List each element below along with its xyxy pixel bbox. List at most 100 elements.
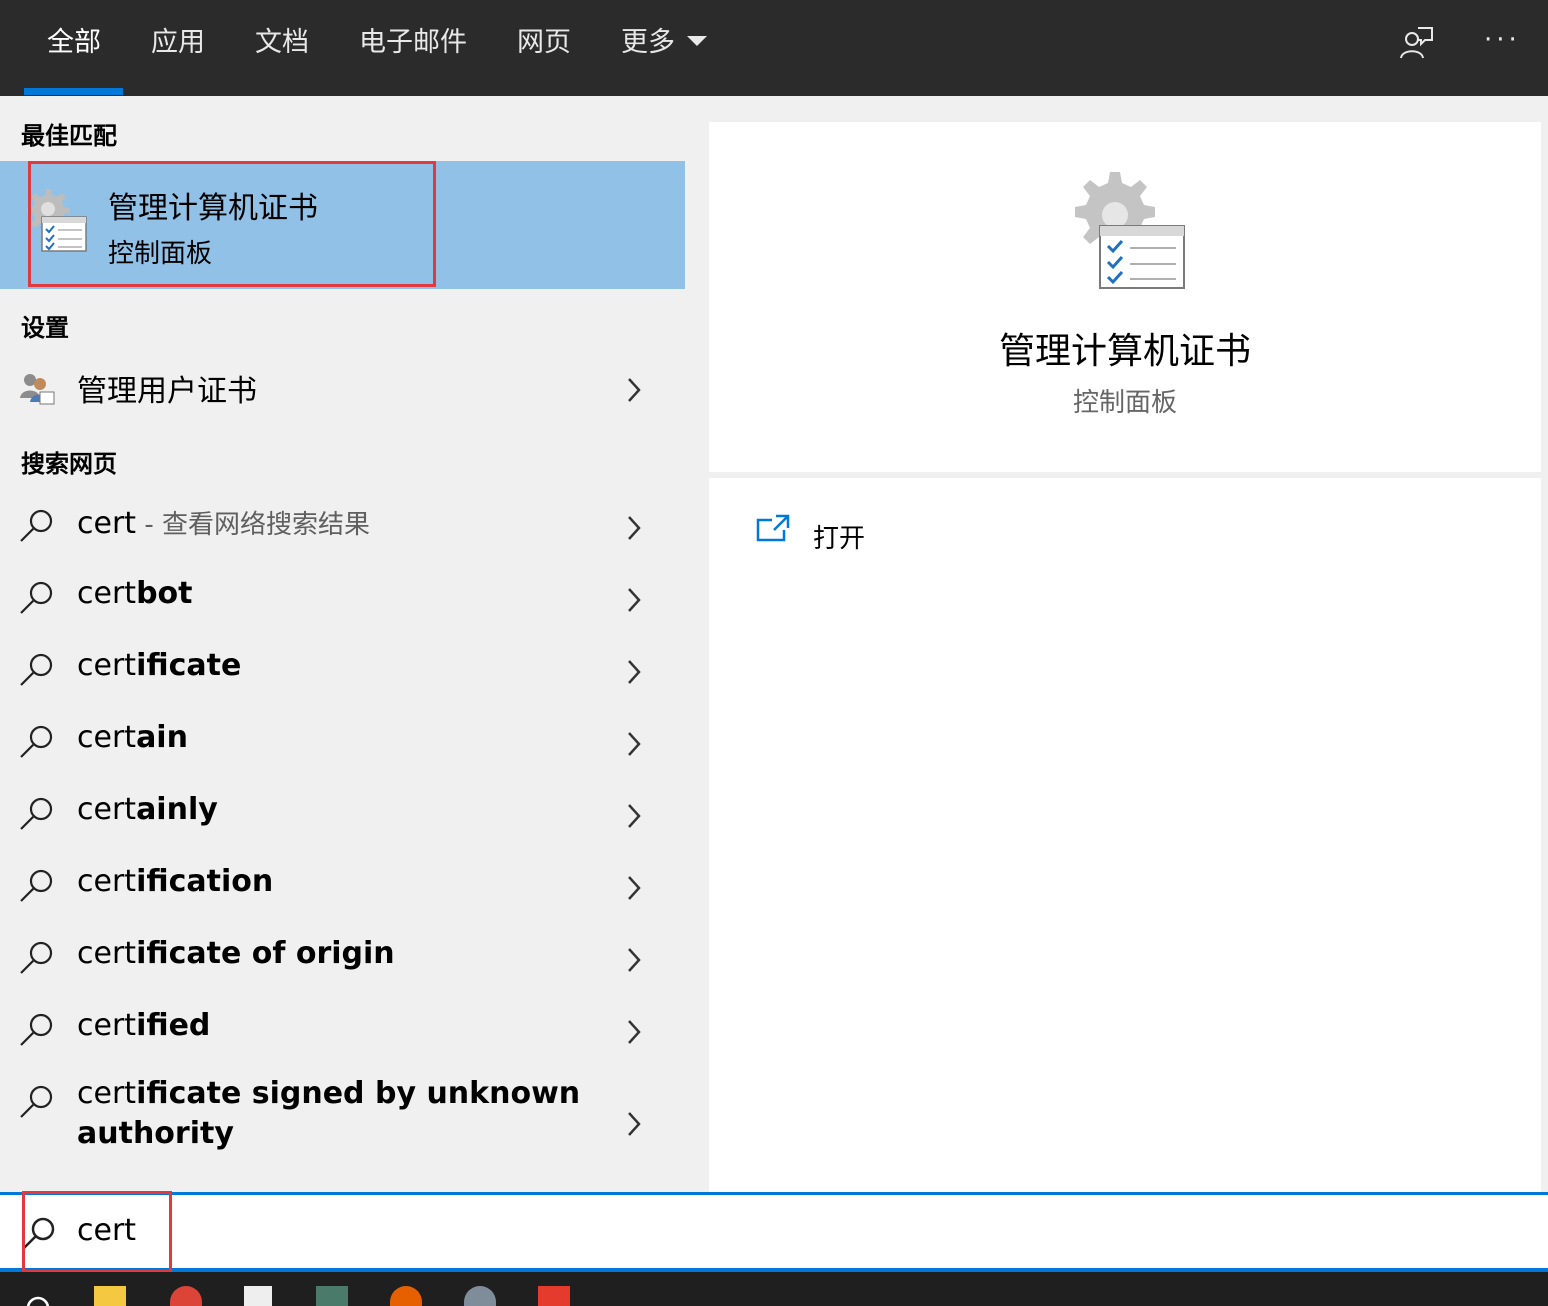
- web-result-item[interactable]: certbot: [0, 564, 685, 636]
- taskbar: [0, 1272, 1548, 1306]
- chevron-right-icon: [628, 516, 641, 540]
- search-box[interactable]: cert: [0, 1191, 1548, 1273]
- chevron-right-icon: [628, 588, 641, 612]
- tab-all[interactable]: 全部: [47, 0, 101, 96]
- suggestion-completion: ain: [136, 720, 188, 755]
- suggestion-completion: ificate of origin: [136, 936, 395, 971]
- web-result-label: certain: [77, 720, 188, 755]
- chevron-right-icon: [628, 1020, 641, 1044]
- best-match-item[interactable]: 管理计算机证书 控制面板: [0, 161, 685, 289]
- web-result-label: certified: [77, 1008, 210, 1043]
- typora-icon[interactable]: [244, 1286, 272, 1306]
- app-icon[interactable]: [316, 1286, 348, 1306]
- detail-title: 管理计算机证书: [998, 331, 1251, 372]
- detail-actions: 打开: [709, 478, 1541, 1194]
- annotation-highlight-box: [22, 1191, 172, 1273]
- typed-query-text: cert: [77, 1008, 137, 1043]
- tab-documents[interactable]: 文档: [255, 0, 309, 96]
- web-result-label: certainly: [77, 792, 218, 827]
- users-certificate-icon: [20, 374, 55, 405]
- settings-item-label: 管理用户证书: [77, 374, 257, 409]
- active-tab-indicator: [24, 88, 123, 95]
- web-result-item[interactable]: certain: [0, 708, 685, 780]
- typed-query-text: cert: [77, 506, 137, 541]
- typed-query-text: cert: [77, 720, 137, 755]
- web-result-label: cert - 查看网络搜索结果: [77, 504, 370, 541]
- web-result-item[interactable]: certainly: [0, 780, 685, 852]
- search-icon: [20, 1085, 53, 1118]
- tab-all-label: 全部: [47, 27, 101, 58]
- tab-web[interactable]: 网页: [517, 0, 571, 96]
- typed-query-text: cert: [77, 864, 137, 899]
- typed-query-text: cert: [77, 648, 137, 683]
- web-result-label: certificate: [77, 648, 241, 683]
- web-result-item[interactable]: cert - 查看网络搜索结果: [0, 492, 685, 564]
- section-settings: 设置: [21, 314, 69, 342]
- tab-email[interactable]: 电子邮件: [359, 0, 467, 96]
- search-icon: [20, 581, 53, 614]
- chevron-down-icon: [687, 35, 707, 46]
- detail-card: 管理计算机证书 控制面板: [709, 122, 1541, 472]
- ellipsis-icon[interactable]: ···: [1484, 27, 1518, 53]
- web-result-label: certificate signed by unknown authority: [77, 1074, 597, 1154]
- results-list: 最佳匹配 管理计算机证书 控制面板 设置 管理用户证书 搜索网页 cert - …: [0, 96, 685, 1194]
- open-action-label: 打开: [813, 524, 866, 554]
- tab-more-label: 更多: [621, 27, 675, 58]
- chrome-icon[interactable]: [170, 1286, 202, 1306]
- chevron-right-icon: [628, 660, 641, 684]
- tab-email-label: 电子邮件: [359, 27, 467, 58]
- search-icon: [20, 653, 53, 686]
- chevron-right-icon: [628, 804, 641, 828]
- chevron-right-icon: [628, 948, 641, 972]
- suggestion-completion: bot: [136, 576, 193, 611]
- section-search-web: 搜索网页: [21, 450, 117, 478]
- typed-query-text: cert: [77, 576, 137, 611]
- suggestion-completion: ificate: [136, 648, 242, 683]
- view-web-results-hint: - 查看网络搜索结果: [136, 510, 370, 540]
- suggestion-completion: ificate signed by unknown: [136, 1076, 581, 1111]
- typed-query-text: cert: [77, 792, 137, 827]
- tab-apps[interactable]: 应用: [151, 0, 205, 96]
- chevron-right-icon: [628, 1112, 641, 1136]
- suggestion-completion-line2: authority: [77, 1116, 234, 1151]
- web-result-item[interactable]: certified: [0, 996, 685, 1068]
- web-result-item[interactable]: certificate signed by unknown authority: [0, 1068, 685, 1178]
- web-result-label: certificate of origin: [77, 936, 395, 971]
- typed-query-text: cert: [77, 936, 137, 971]
- suggestion-completion: ified: [136, 1008, 211, 1043]
- search-icon: [20, 725, 53, 758]
- chevron-right-icon: [628, 732, 641, 756]
- globe-app-icon[interactable]: [464, 1286, 496, 1306]
- search-icon: [20, 941, 53, 974]
- search-icon: [20, 509, 53, 542]
- typed-query-text: cert: [77, 1076, 137, 1111]
- web-result-label: certification: [77, 864, 273, 899]
- feedback-icon[interactable]: [1398, 26, 1434, 60]
- firefox-icon[interactable]: [390, 1286, 422, 1306]
- tab-more[interactable]: 更多: [621, 0, 707, 96]
- web-result-item[interactable]: certificate of origin: [0, 924, 685, 996]
- chevron-right-icon: [628, 378, 641, 402]
- taskbar-search-icon[interactable]: [24, 1286, 52, 1306]
- search-icon: [20, 797, 53, 830]
- tab-web-label: 网页: [517, 27, 571, 58]
- chevron-right-icon: [628, 876, 641, 900]
- search-icon: [20, 1013, 53, 1046]
- web-result-item[interactable]: certification: [0, 852, 685, 924]
- search-scope-bar: 全部 应用 文档 电子邮件 网页 更多 ···: [0, 0, 1548, 96]
- open-action[interactable]: 打开: [739, 498, 1039, 568]
- section-best-match: 最佳匹配: [21, 122, 117, 150]
- sogou-icon[interactable]: [538, 1286, 570, 1306]
- search-icon: [20, 869, 53, 902]
- web-result-label: certbot: [77, 576, 193, 611]
- file-explorer-icon[interactable]: [94, 1286, 126, 1306]
- web-result-item[interactable]: certificate: [0, 636, 685, 708]
- settings-item-manage-user-certs[interactable]: 管理用户证书: [0, 358, 685, 422]
- tab-apps-label: 应用: [151, 27, 205, 58]
- open-external-icon: [756, 514, 790, 542]
- annotation-highlight-box: [28, 161, 436, 287]
- suggestion-completion: ainly: [136, 792, 218, 827]
- tab-documents-label: 文档: [255, 27, 309, 58]
- certificate-manager-icon: [1075, 172, 1185, 289]
- detail-subtitle: 控制面板: [1072, 388, 1177, 418]
